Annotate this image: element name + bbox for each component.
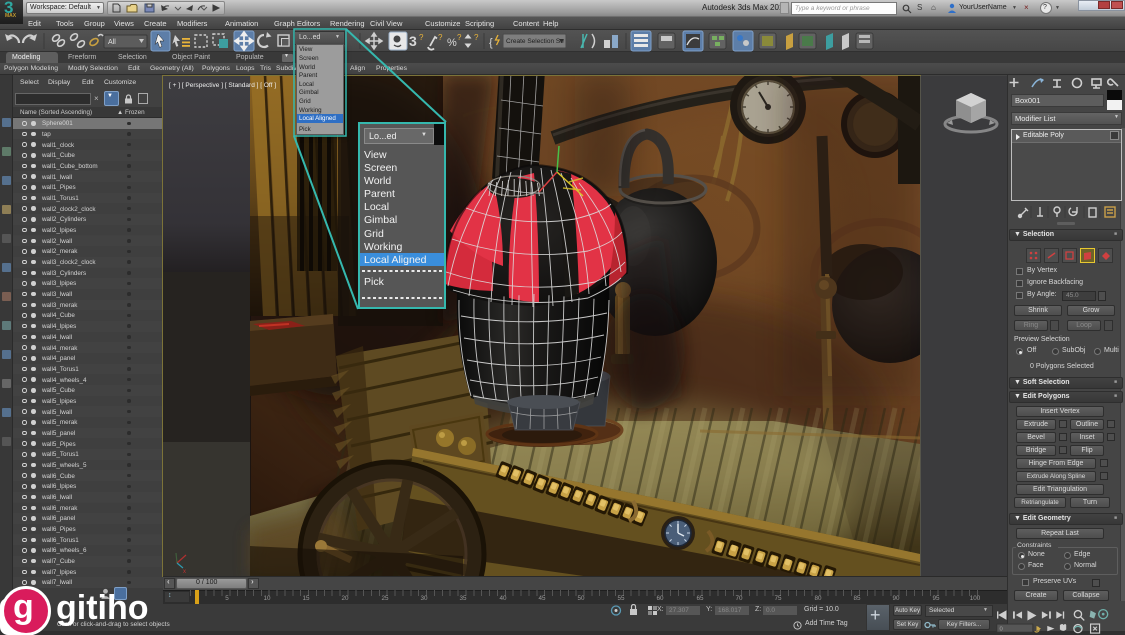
- svg-text:?: ?: [474, 33, 479, 42]
- svg-text:3: 3: [409, 33, 417, 49]
- svg-text:All: All: [108, 39, 116, 46]
- svg-text:?: ?: [419, 33, 424, 42]
- svg-text:%: %: [447, 37, 457, 49]
- svg-text:?: ?: [438, 33, 443, 42]
- svg-text:?: ?: [457, 33, 462, 42]
- svg-text:{: {: [489, 37, 493, 49]
- svg-text:[ + ] [ Perspective ] [ Standa: [ + ] [ Perspective ] [ Standard ] [ Off…: [169, 82, 276, 89]
- svg-text:Create Selection Se: Create Selection Se: [506, 38, 564, 45]
- svg-text:x: x: [183, 569, 186, 575]
